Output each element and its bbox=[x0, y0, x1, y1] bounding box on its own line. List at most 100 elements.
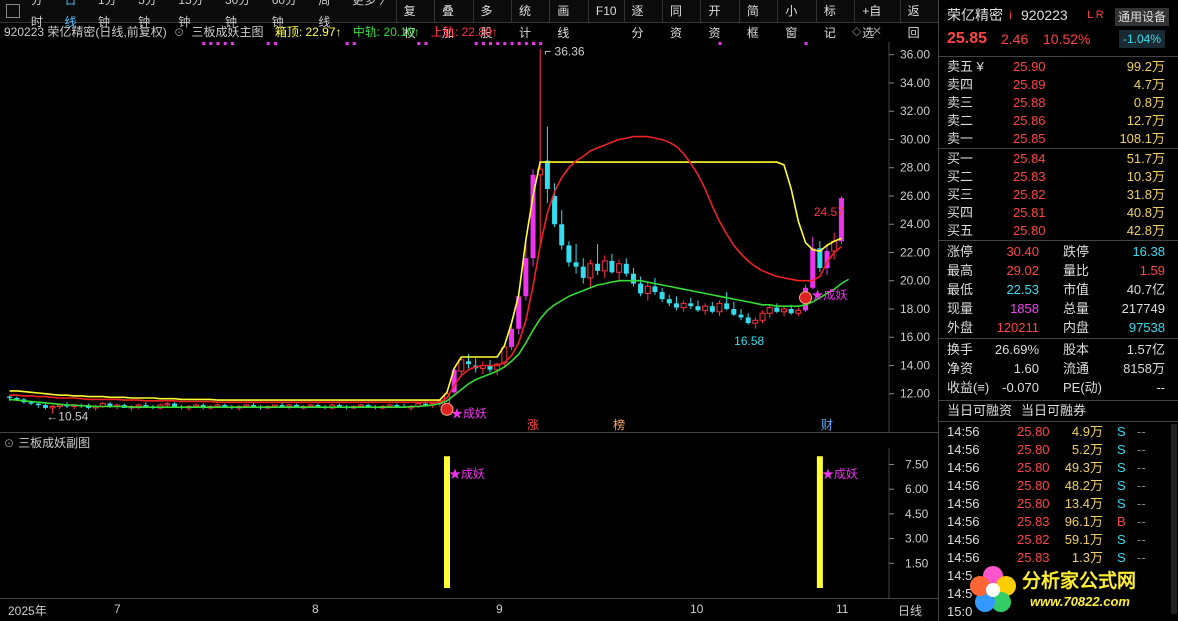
candle[interactable] bbox=[559, 210, 565, 250]
candle[interactable] bbox=[644, 282, 651, 301]
margin-tabs: 当日可融资 当日可融券 bbox=[939, 402, 1171, 420]
candle[interactable] bbox=[609, 253, 615, 274]
toolbar-button-3[interactable]: 统计 bbox=[510, 0, 549, 40]
asks-price: 25.90 bbox=[1013, 59, 1046, 74]
tick-row: 14:56 25.80 4.9万 S -- bbox=[939, 423, 1171, 441]
bids-row[interactable]: 买五 25.80 42.8万 bbox=[939, 222, 1171, 240]
candle[interactable] bbox=[666, 294, 672, 307]
candle[interactable] bbox=[566, 241, 572, 267]
asks-row[interactable]: 卖二 25.86 12.7万 bbox=[939, 112, 1171, 130]
toolbar-button-12[interactable]: +自选 bbox=[854, 0, 899, 40]
y-tick-label: 24.00 bbox=[900, 217, 930, 231]
candle[interactable] bbox=[795, 307, 802, 317]
candle[interactable] bbox=[172, 402, 178, 407]
bids-row[interactable]: 买一 25.84 51.7万 bbox=[939, 150, 1171, 168]
candle[interactable] bbox=[616, 259, 623, 281]
candle[interactable] bbox=[738, 308, 744, 321]
toolbar-button-13[interactable]: 返回 bbox=[899, 0, 938, 40]
candle[interactable] bbox=[745, 313, 751, 325]
candle[interactable] bbox=[702, 303, 709, 315]
bids-label: 买一 bbox=[947, 151, 974, 166]
panel-toggle-icon[interactable] bbox=[6, 4, 20, 18]
info-mark[interactable]: i bbox=[1009, 6, 1012, 24]
recent-annotation: 24.57 bbox=[814, 205, 844, 219]
toolbar-button-11[interactable]: 标记 bbox=[815, 0, 854, 40]
toolbar-button-4[interactable]: 画线 bbox=[549, 0, 587, 40]
signal-dot bbox=[718, 42, 722, 45]
asks-label: 卖四 bbox=[947, 77, 974, 92]
tab-margin-financing[interactable]: 当日可融资 bbox=[947, 402, 1012, 420]
asks-row[interactable]: 卖四 25.89 4.7万 bbox=[939, 76, 1171, 94]
sub-chart[interactable]: 1.50 3.00 4.50 6.00 7.50 ★成妖 ★成妖 bbox=[0, 448, 938, 598]
industry-badge[interactable]: 通用设备 bbox=[1115, 8, 1170, 26]
candle[interactable] bbox=[544, 126, 550, 204]
candle[interactable] bbox=[630, 268, 636, 287]
candle[interactable] bbox=[724, 292, 730, 311]
time-label-2: 8 bbox=[312, 602, 319, 616]
candle[interactable] bbox=[473, 358, 479, 373]
candle[interactable] bbox=[673, 296, 679, 311]
y-tick-label: 14.00 bbox=[900, 358, 930, 372]
y-tick-label: 16.00 bbox=[900, 330, 930, 344]
candle[interactable] bbox=[623, 258, 629, 277]
time-label-0: 2025年 bbox=[8, 604, 47, 618]
candle[interactable] bbox=[774, 303, 780, 314]
candle[interactable] bbox=[709, 301, 715, 314]
stat-row: 外盘 120211 内盘 97538 bbox=[939, 318, 1171, 337]
diamond-icon[interactable]: ◇ bbox=[852, 24, 861, 38]
tick-dash: -- bbox=[1137, 496, 1146, 511]
toolbar-button-2[interactable]: 多股 bbox=[472, 0, 511, 40]
indicator-name[interactable]: 三板成妖主图 bbox=[191, 25, 263, 39]
candle[interactable] bbox=[587, 259, 594, 288]
bids-row[interactable]: 买三 25.82 31.8万 bbox=[939, 186, 1171, 204]
toolbar-button-6[interactable]: 逐分 bbox=[623, 0, 662, 40]
candle[interactable] bbox=[580, 258, 586, 284]
toolbar-button-8[interactable]: 开资 bbox=[700, 0, 738, 40]
toolbar-button-1[interactable]: 叠加 bbox=[434, 0, 472, 40]
sub-y-tick-label: 1.50 bbox=[905, 556, 929, 570]
toolbar-button-0[interactable]: 复权 bbox=[395, 0, 434, 40]
candle[interactable] bbox=[638, 276, 644, 297]
candle[interactable] bbox=[731, 301, 737, 317]
asks-row[interactable]: 卖五 ¥ 25.90 99.2万 bbox=[939, 58, 1171, 76]
bids-volume: 42.8万 bbox=[1126, 223, 1165, 238]
candle[interactable] bbox=[680, 300, 687, 312]
fund-row: 换手 26.69% 股本 1.57亿 bbox=[939, 340, 1171, 359]
candle[interactable] bbox=[716, 300, 723, 317]
bids-row[interactable]: 买四 25.81 40.8万 bbox=[939, 204, 1171, 222]
tab-margin-lending[interactable]: 当日可融券 bbox=[1021, 402, 1086, 420]
price-chart[interactable]: 12.00 14.00 16.00 18.00 20.00 22.00 24.00 26.00… bbox=[0, 42, 938, 432]
toolbar-button-10[interactable]: 小窗 bbox=[777, 0, 815, 40]
toolbar-button-9[interactable]: 简框 bbox=[738, 0, 777, 40]
sub-divider bbox=[0, 432, 938, 433]
signal-label-2: ★成妖 bbox=[812, 288, 848, 302]
candle[interactable] bbox=[752, 317, 759, 329]
time-label-6[interactable]: 日线 bbox=[898, 602, 922, 619]
candle[interactable] bbox=[573, 244, 579, 274]
toolbar-buttons: 复权 叠加 多股 统计 画线 F10 逐分 同资 开资 简框 小窗 标记 +自选 返回 bbox=[395, 0, 938, 40]
candle[interactable] bbox=[695, 300, 701, 312]
candle[interactable] bbox=[537, 49, 544, 246]
toolbar-button-7[interactable]: 同资 bbox=[662, 0, 700, 40]
candle[interactable] bbox=[688, 297, 694, 309]
dropdown-icon[interactable]: ⊙ bbox=[174, 25, 184, 39]
toolbar-button-5[interactable]: F10 bbox=[587, 0, 624, 22]
asks-row[interactable]: 卖一 25.85 108.1万 bbox=[939, 130, 1171, 148]
event-marker-1: 榜 bbox=[613, 417, 625, 432]
bids-row[interactable]: 买二 25.83 10.3万 bbox=[939, 168, 1171, 186]
candle[interactable] bbox=[659, 287, 665, 302]
time-label-1: 7 bbox=[114, 602, 121, 616]
candle[interactable] bbox=[838, 195, 844, 245]
close-icon[interactable]: ✕ bbox=[872, 24, 882, 38]
candle[interactable] bbox=[595, 244, 601, 276]
asks-volume: 0.8万 bbox=[1133, 95, 1165, 110]
candle[interactable] bbox=[759, 310, 766, 324]
candle[interactable] bbox=[766, 304, 773, 318]
candle[interactable] bbox=[817, 241, 823, 273]
candle[interactable] bbox=[781, 306, 788, 317]
bids-price: 25.80 bbox=[1013, 223, 1046, 238]
asks-row[interactable]: 卖三 25.88 0.8万 bbox=[939, 94, 1171, 112]
candle[interactable] bbox=[652, 277, 658, 295]
candle[interactable] bbox=[479, 361, 486, 374]
candle[interactable] bbox=[601, 255, 608, 278]
